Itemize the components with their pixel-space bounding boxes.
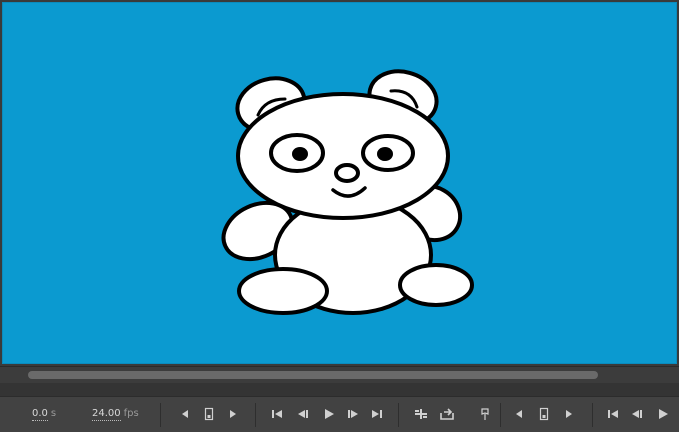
current-time-unit: s (50, 408, 57, 419)
keyframe-icon (539, 407, 549, 421)
go-to-last-frame-button[interactable] (370, 407, 384, 421)
step-back-icon (182, 410, 188, 418)
step-forward-icon (566, 410, 572, 418)
step-forward-one-frame-icon (348, 410, 358, 418)
panda-drawing (221, 69, 474, 315)
step-back-button[interactable] (178, 407, 192, 421)
insert-frame-icon (415, 409, 427, 419)
scrollbar-thumb[interactable] (28, 371, 598, 379)
frame-rate-value[interactable]: 24.00 (92, 408, 121, 421)
step-forward-icon (230, 410, 236, 418)
play-button-2[interactable] (656, 407, 670, 421)
horizontal-scrollbar[interactable] (0, 366, 679, 383)
step-back-one-frame-icon (298, 410, 308, 418)
step-forward-one-frame-button[interactable] (346, 407, 360, 421)
step-back-icon (516, 410, 522, 418)
go-to-first-frame-icon (272, 410, 282, 418)
go-to-first-frame-button-2[interactable] (606, 407, 620, 421)
loop-icon (440, 408, 454, 420)
panel-divider (0, 383, 679, 396)
separator (592, 403, 593, 427)
keyframe-button[interactable] (202, 407, 216, 421)
loop-button[interactable] (440, 407, 454, 421)
go-to-last-frame-icon (372, 410, 382, 418)
frame-rate-unit: fps (123, 408, 139, 419)
step-forward-button-2[interactable] (562, 407, 576, 421)
timeline-controls-bar: 0.0 s 24.00 fps (0, 396, 679, 432)
keyframe-button-2[interactable] (537, 407, 551, 421)
separator (255, 403, 256, 427)
play-icon (325, 409, 334, 419)
step-back-one-frame-icon (632, 410, 642, 418)
canvas-stage[interactable] (2, 2, 677, 364)
keyframe-icon (204, 407, 214, 421)
step-forward-button[interactable] (226, 407, 240, 421)
insert-frame-button[interactable] (414, 407, 428, 421)
frame-rate-readout[interactable]: 24.00 fps (92, 408, 139, 421)
current-time-readout[interactable]: 0.0 s (32, 408, 57, 421)
go-to-first-frame-icon (608, 410, 618, 418)
play-icon (659, 409, 668, 419)
marker-icon (481, 408, 489, 420)
separator (160, 403, 161, 427)
separator (398, 403, 399, 427)
play-button[interactable] (322, 407, 336, 421)
step-back-one-frame-button[interactable] (296, 407, 310, 421)
marker-button[interactable] (478, 407, 492, 421)
separator (500, 403, 501, 427)
current-time-value[interactable]: 0.0 (32, 408, 48, 421)
step-back-button-2[interactable] (512, 407, 526, 421)
step-back-one-frame-button-2[interactable] (630, 407, 644, 421)
go-to-first-frame-button[interactable] (270, 407, 284, 421)
